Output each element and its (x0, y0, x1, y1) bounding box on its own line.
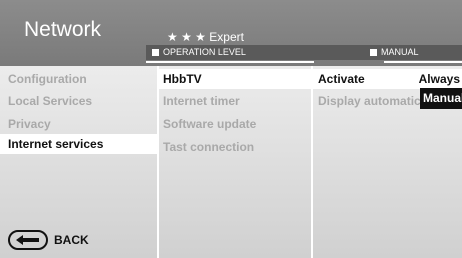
menu-item-configuration[interactable]: Configuration (0, 69, 157, 89)
option-row-activate[interactable]: Activate Always (313, 69, 462, 89)
menu-item-tast-connection[interactable]: Tast connection (159, 137, 311, 157)
back-arrow-icon (8, 230, 48, 250)
menu-item-hbbtv[interactable]: HbbTV (159, 69, 311, 89)
header-divider (146, 61, 314, 63)
back-button[interactable]: BACK (8, 230, 89, 250)
menu-item-internet-services[interactable]: Internet services (0, 134, 157, 154)
option-label-activate: Activate (318, 72, 365, 86)
header-bar: OPERATION LEVEL MANUAL (146, 45, 462, 60)
menu-column-2: HbbTV Internet timer Software update Tas… (159, 66, 311, 258)
operation-level-indicator: ★ ★ ★ Expert (167, 30, 244, 44)
back-label: BACK (54, 233, 89, 247)
menu-item-local-services[interactable]: Local Services (0, 91, 157, 111)
white-square-icon (152, 49, 159, 56)
operation-level-tab[interactable]: OPERATION LEVEL (152, 45, 246, 60)
option-value-activate[interactable]: Always (419, 69, 462, 89)
white-square-icon (370, 49, 377, 56)
manual-tab[interactable]: MANUAL (370, 45, 419, 60)
network-settings-screen: Network ★ ★ ★ Expert OPERATION LEVEL MAN… (0, 0, 462, 258)
menu-item-privacy[interactable]: Privacy (0, 114, 157, 134)
manual-label: MANUAL (381, 47, 419, 57)
operation-level-label: OPERATION LEVEL (163, 47, 246, 57)
menu-item-software-update[interactable]: Software update (159, 114, 311, 134)
menu-item-internet-timer[interactable]: Internet timer (159, 91, 311, 111)
dropdown-option-manual[interactable]: Manual (420, 88, 462, 109)
options-column: Activate Always Display automatically Ma… (313, 66, 462, 258)
header: Network ★ ★ ★ Expert OPERATION LEVEL MAN… (0, 0, 462, 66)
menu-column-1: Configuration Local Services Privacy Int… (0, 66, 157, 258)
header-divider (384, 61, 462, 63)
page-title: Network (24, 18, 102, 41)
